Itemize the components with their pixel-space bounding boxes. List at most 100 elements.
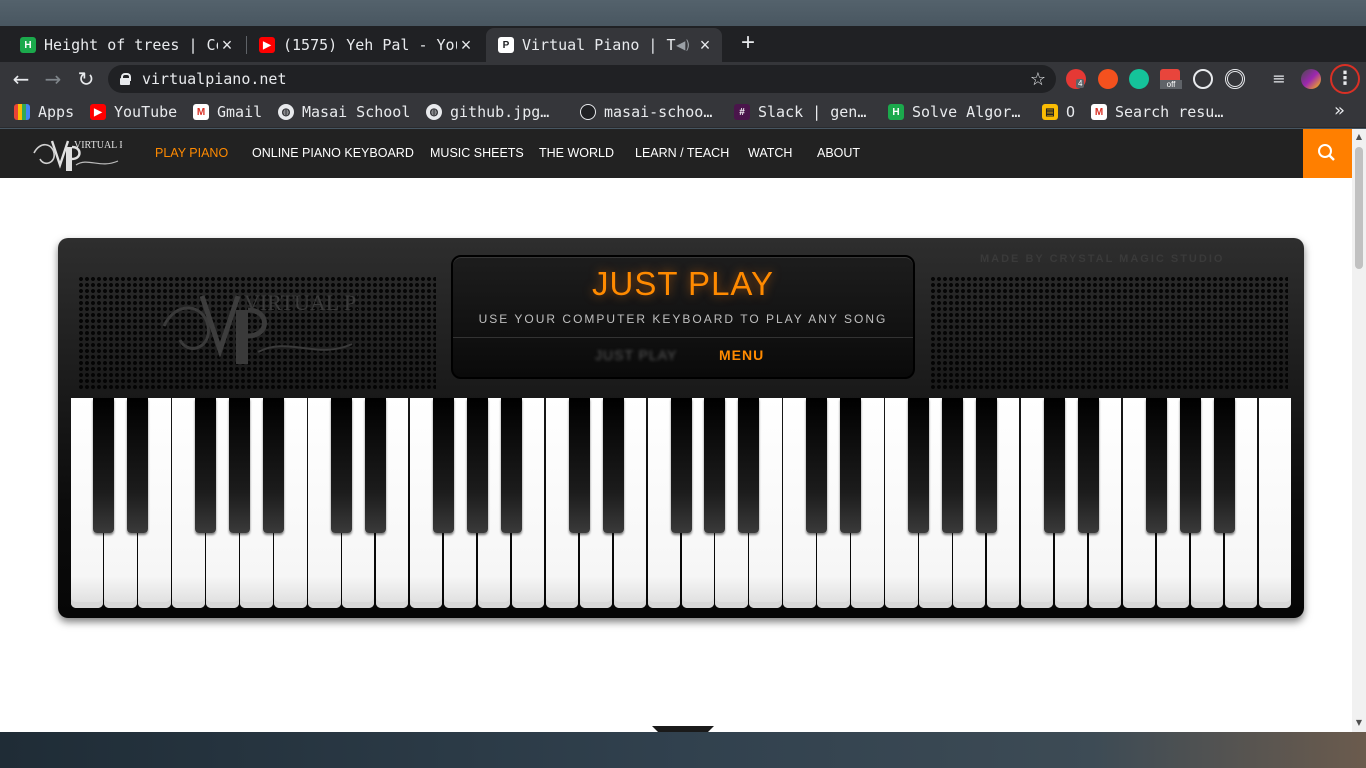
gmail-icon: M (193, 104, 209, 120)
nav-music-sheets[interactable]: MUSIC SHEETS (430, 146, 524, 160)
logo-text: VIRTUAL PIANO (74, 140, 122, 151)
black-key[interactable] (942, 398, 964, 533)
made-by-credit[interactable]: MADE BY CRYSTAL MAGIC STUDIO (980, 253, 1224, 265)
bookmark-slack[interactable]: # Slack | gen… (734, 102, 866, 122)
nav-learn-teach[interactable]: LEARN / TEACH (635, 146, 729, 160)
nav-play-piano[interactable]: PLAY PIANO (155, 146, 228, 160)
extension-icon[interactable]: 4 (1066, 69, 1086, 89)
lock-icon[interactable] (120, 73, 131, 85)
media-control-icon[interactable]: ≡ (1266, 66, 1292, 92)
black-key[interactable] (1077, 398, 1099, 533)
tab-virtual-piano[interactable]: P Virtual Piano | T ◀) × (486, 28, 722, 62)
close-icon[interactable]: × (696, 35, 714, 56)
bookmark-youtube[interactable]: ▶ YouTube (90, 102, 177, 122)
black-key[interactable] (331, 398, 353, 533)
nav-about[interactable]: ABOUT (817, 146, 860, 160)
black-key[interactable] (976, 398, 997, 533)
address-bar[interactable]: virtualpiano.net ☆ (108, 65, 1056, 93)
extension-icon[interactable] (1225, 69, 1245, 89)
bookmarks-bar: Apps ▶ YouTube M Gmail ◍ Masai School ◍ … (0, 96, 1366, 128)
black-key[interactable] (127, 398, 149, 533)
bookmark-label: masai-schoo… (604, 103, 713, 121)
black-key[interactable] (908, 398, 930, 533)
tab-just-play[interactable]: JUST PLAY (595, 347, 677, 363)
bookmark-github-jpg[interactable]: ◍ github.jpg… (426, 102, 549, 122)
tab-youtube[interactable]: ▶ (1575) Yeh Pal - You × (247, 28, 483, 62)
bookmark-label: YouTube (114, 103, 178, 121)
close-icon[interactable]: × (218, 35, 236, 56)
black-key[interactable] (840, 398, 862, 533)
black-key[interactable] (466, 398, 488, 533)
grammarly-icon[interactable] (1129, 69, 1149, 89)
extension-icon[interactable]: off (1160, 69, 1182, 89)
display-subtitle: USE YOUR COMPUTER KEYBOARD TO PLAY ANY S… (478, 312, 888, 326)
black-key[interactable] (263, 398, 285, 533)
globe-icon: ◍ (278, 104, 294, 120)
audio-icon[interactable]: ◀) (676, 38, 690, 52)
black-key[interactable] (568, 398, 590, 533)
display-divider (453, 337, 913, 338)
virtual-piano-logo[interactable]: VIRTUAL PIANO (30, 135, 122, 173)
react-devtools-icon[interactable] (1193, 69, 1213, 89)
bookmarks-overflow-icon[interactable]: » (1334, 100, 1345, 121)
black-key[interactable] (229, 398, 251, 533)
bookmark-masai-school-github[interactable]: masai-schoo… (580, 102, 712, 122)
bookmark-search-results[interactable]: M Search resu… (1091, 102, 1223, 122)
extension-icon[interactable] (1098, 69, 1118, 89)
bookmark-label: Solve Algor… (912, 103, 1021, 121)
bookmark-apps[interactable]: Apps (14, 102, 74, 122)
nav-the-world[interactable]: THE WORLD (539, 146, 614, 160)
url-text[interactable]: virtualpiano.net (142, 70, 1030, 88)
back-icon[interactable]: ← (8, 66, 34, 92)
tab-title: (1575) Yeh Pal - You (283, 36, 457, 54)
tab-menu[interactable]: MENU (719, 347, 764, 363)
apps-grid-icon (14, 104, 30, 120)
youtube-icon: ▶ (90, 104, 106, 120)
search-button[interactable] (1303, 129, 1352, 178)
black-key[interactable] (738, 398, 760, 533)
black-key[interactable] (365, 398, 386, 533)
bookmark-star-icon[interactable]: ☆ (1030, 69, 1046, 90)
black-key[interactable] (195, 398, 217, 533)
bookmark-masai-school[interactable]: ◍ Masai School (278, 102, 410, 122)
white-key[interactable] (1258, 398, 1291, 608)
bookmark-o[interactable]: ▤ O (1042, 102, 1075, 122)
black-key[interactable] (1145, 398, 1167, 533)
scroll-up-icon[interactable]: ▲ (1355, 133, 1363, 141)
hackerrank-icon: H (20, 37, 36, 53)
black-key[interactable] (93, 398, 115, 533)
close-icon[interactable]: × (457, 35, 475, 56)
browser-menu-icon[interactable]: ⋮ (1330, 64, 1360, 94)
bookmark-gmail[interactable]: M Gmail (193, 102, 262, 122)
black-key[interactable] (806, 398, 828, 533)
page-content: VIRTUAL PIANO PLAY PIANO ONLINE PIANO KE… (0, 129, 1352, 732)
black-key[interactable] (500, 398, 522, 533)
nav-online-piano-keyboard[interactable]: ONLINE PIANO KEYBOARD (252, 146, 414, 160)
reload-icon[interactable]: ↻ (73, 66, 99, 92)
scrollbar-thumb[interactable] (1355, 147, 1363, 269)
page-scrollbar[interactable]: ▲ ▼ (1352, 129, 1366, 732)
avatar[interactable] (1301, 69, 1321, 89)
browser-toolbar: ← → ↻ virtualpiano.net ☆ 4 off ≡ ⋮ (0, 62, 1366, 96)
bookmark-icon: ▤ (1042, 104, 1058, 120)
black-key[interactable] (704, 398, 726, 533)
extension-badge: off (1160, 80, 1182, 89)
black-key[interactable] (670, 398, 692, 533)
speaker-grille-right (930, 276, 1288, 390)
tab-title: Height of trees | Co (44, 36, 218, 54)
black-key[interactable] (432, 398, 454, 533)
bookmark-label: Masai School (302, 103, 411, 121)
new-tab-button[interactable]: + (736, 30, 760, 58)
forward-icon[interactable]: → (40, 66, 66, 92)
piano-instrument: VIRTUAL PIANO MADE BY CRYSTAL MAGIC STUD… (58, 238, 1304, 732)
scroll-down-icon[interactable]: ▼ (1355, 719, 1363, 727)
virtualpiano-icon: P (498, 37, 514, 53)
bookmark-label: Gmail (217, 103, 263, 121)
black-key[interactable] (602, 398, 624, 533)
black-key[interactable] (1213, 398, 1235, 533)
black-key[interactable] (1043, 398, 1065, 533)
black-key[interactable] (1179, 398, 1201, 533)
bookmark-solve-algorithms[interactable]: H Solve Algor… (888, 102, 1020, 122)
tab-height-of-trees[interactable]: H Height of trees | Co × (8, 28, 244, 62)
nav-watch[interactable]: WATCH (748, 146, 792, 160)
